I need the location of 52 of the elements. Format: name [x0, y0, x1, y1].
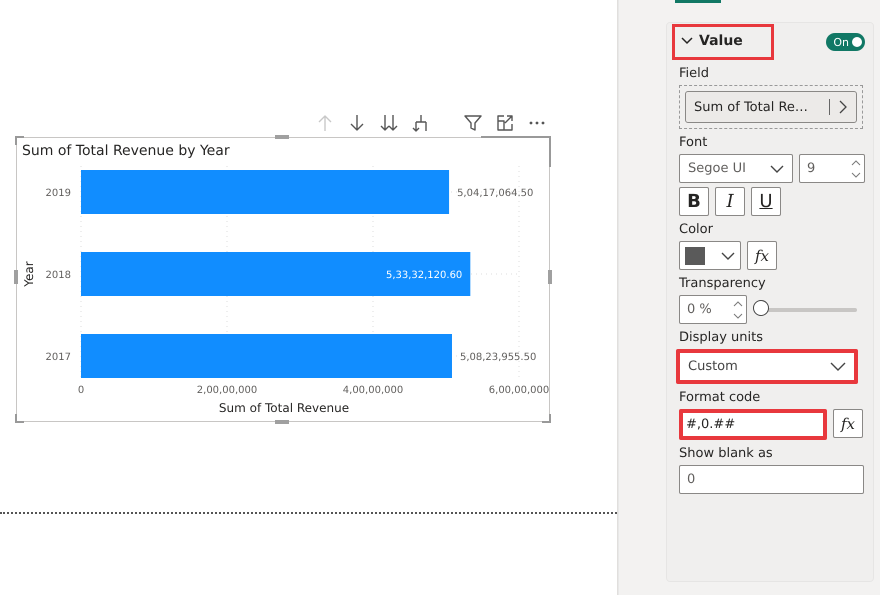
axis-label: 6,00,00,000: [488, 385, 549, 396]
italic-button[interactable]: I: [715, 187, 745, 216]
units-dropdown[interactable]: Custom: [676, 349, 858, 384]
resize-handle[interactable]: [275, 420, 289, 424]
resize-handle[interactable]: [548, 270, 552, 284]
field-label: Color: [679, 222, 714, 237]
slider-thumb[interactable]: [753, 300, 769, 316]
double-down-arrow-icon[interactable]: [378, 113, 400, 133]
underline-button[interactable]: U: [751, 187, 781, 216]
axis-label: 2,00,00,000: [196, 385, 258, 396]
axis-label: 0: [78, 385, 84, 396]
axis-label: 2018: [46, 270, 71, 281]
chevron-icon: [830, 362, 846, 371]
bold-button[interactable]: B: [679, 187, 709, 216]
fx-button[interactable]: fx: [833, 409, 863, 438]
fx-button[interactable]: fx: [747, 241, 777, 270]
axis-title: Sum of Total Revenue: [218, 401, 350, 415]
field-label: Show blank as: [679, 446, 774, 461]
chart-title: Sum of Total Revenue by Year: [22, 143, 230, 159]
field-label: Field: [679, 66, 710, 81]
transparency-spinner[interactable]: 0 %: [679, 295, 747, 324]
resize-handle[interactable]: [15, 414, 24, 423]
chevron-icon: [838, 100, 848, 114]
toggle-switch[interactable]: On: [826, 33, 865, 51]
field-label: Display units: [679, 330, 764, 345]
chevron-icon: [681, 37, 693, 45]
color-picker[interactable]: [679, 241, 741, 270]
axis-label: 4,00,00,000: [342, 385, 404, 396]
filter-icon[interactable]: [462, 113, 484, 133]
blank-input[interactable]: 0: [679, 465, 864, 494]
data-label: 5,08,23,955.50: [460, 352, 536, 363]
field-label: Transparency: [679, 276, 767, 291]
axis-title: Year: [22, 261, 36, 287]
axis-label: 2017: [46, 352, 71, 363]
data-label: 5,33,32,120.60: [386, 270, 462, 281]
resize-handle[interactable]: [275, 135, 289, 139]
data-label: 5,04,17,064.50: [457, 188, 534, 199]
tab-indicator: [675, 0, 721, 3]
resize-handle[interactable]: [481, 136, 551, 167]
format-code-input[interactable]: #,0.##: [679, 409, 827, 440]
field-label: Font: [679, 135, 708, 150]
resize-handle[interactable]: [15, 136, 24, 145]
chevron-icon: [770, 164, 784, 172]
font-dropdown[interactable]: Segoe UI: [679, 154, 793, 183]
field-label: Format code: [679, 390, 762, 405]
section-header[interactable]: Value: [672, 24, 774, 60]
resize-handle[interactable]: [542, 414, 551, 423]
chevron-icon: [721, 252, 735, 260]
size-spinner[interactable]: 9: [799, 154, 865, 183]
resize-handle[interactable]: [14, 270, 18, 284]
field-well[interactable]: Sum of Total Re…: [685, 91, 857, 123]
axis-label: 2019: [46, 188, 71, 199]
